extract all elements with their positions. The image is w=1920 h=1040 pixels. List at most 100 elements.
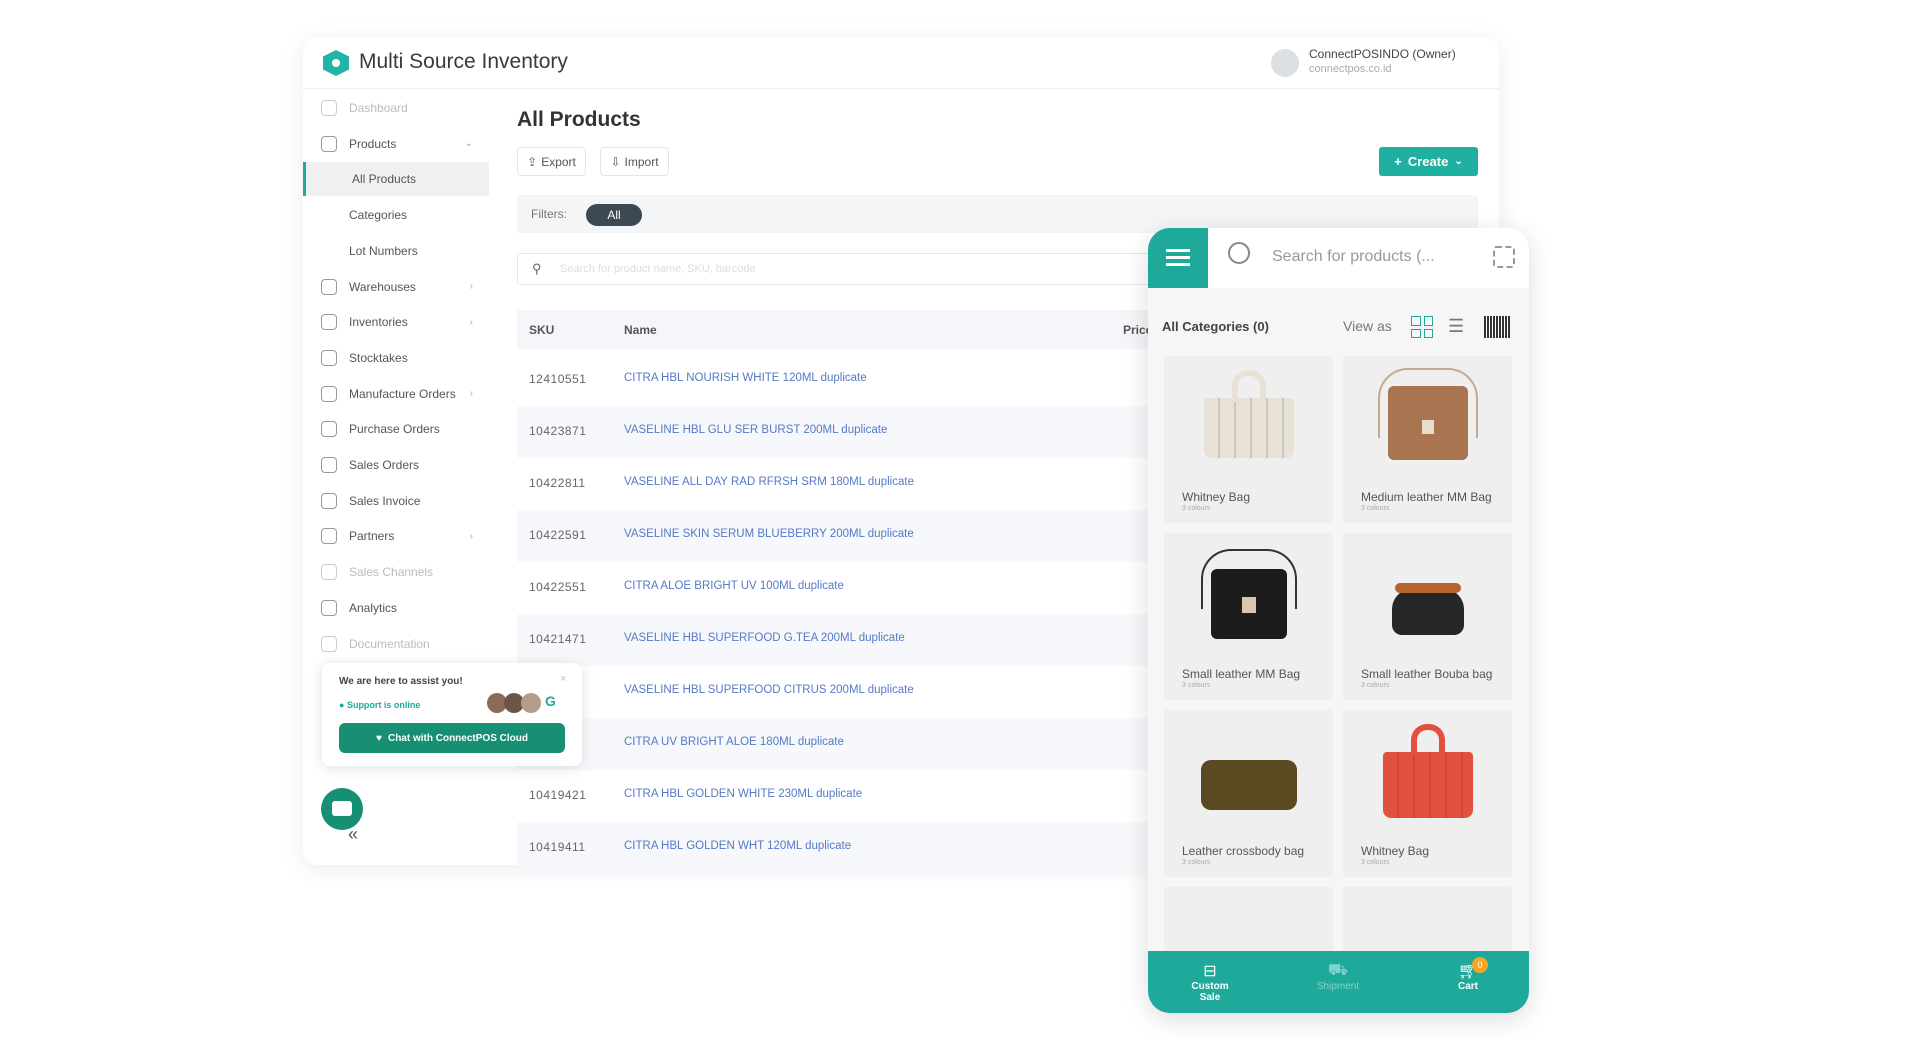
grid-view-icon[interactable] (1411, 316, 1433, 338)
chevron-icon: › (469, 388, 473, 400)
row-sku: 12410551 (529, 372, 587, 386)
sidebar-item-label: Sales Channels (349, 565, 434, 580)
product-card[interactable]: Small leather MM Bag 3 colours (1164, 533, 1333, 700)
avatar[interactable] (1271, 49, 1299, 77)
sidebar-item-dashboard[interactable]: Dashboard (303, 91, 489, 125)
row-sku: 10422811 (529, 476, 586, 490)
analytics-icon (321, 599, 337, 616)
dashboard-icon (321, 100, 337, 116)
column-name[interactable]: Name (624, 323, 657, 337)
row-name-link[interactable]: VASELINE HBL SUPERFOOD CITRUS 200ML dupl… (624, 684, 914, 696)
sidebar-item-sales-channels[interactable]: Sales Channels (303, 555, 489, 589)
nav-shipment[interactable]: ⛟ Shipment (1308, 961, 1368, 992)
product-colours: 3 colours (1361, 505, 1390, 512)
product-card[interactable]: Whitney Bag 3 colours (1164, 356, 1333, 523)
list-view-icon[interactable]: ☰ (1448, 316, 1464, 337)
chat-fab[interactable] (321, 788, 363, 830)
sidebar-item-lot-numbers[interactable]: Lot Numbers (303, 234, 489, 268)
product-card[interactable]: Medium leather MM Bag 3 colours (1343, 356, 1512, 523)
sidebar-item-label: Sales Orders (349, 458, 420, 472)
scan-icon[interactable] (1493, 246, 1515, 268)
avatar (521, 693, 541, 713)
cart-count-badge: 0 (1472, 957, 1488, 973)
chat-title: We are here to assist you! (339, 676, 463, 687)
sidebar-item-documentation[interactable]: Documentation (303, 627, 489, 661)
app-title: Multi Source Inventory (359, 50, 568, 73)
row-name-link[interactable]: CITRA UV BRIGHT ALOE 180ML duplicate (624, 736, 844, 748)
chat-button-label: Chat with ConnectPOS Cloud (387, 732, 528, 744)
support-status: ● Support is online (339, 700, 421, 710)
app-header: Multi Source Inventory ConnectPOSINDO (O… (303, 37, 1499, 89)
nav-cart[interactable]: 🛒︎ Cart 0 (1448, 957, 1488, 992)
refresh-icon: G (545, 693, 556, 709)
product-colours: 3 colours (1361, 682, 1390, 689)
sidebar-item-sales-invoice[interactable]: Sales Invoice (303, 484, 489, 518)
product-name: Medium leather MM Bag (1361, 490, 1492, 504)
sidebar-item-sales-orders[interactable]: Sales Orders (303, 448, 489, 482)
pos-mobile-panel: Search for products (... All Categories … (1148, 228, 1529, 1013)
mobile-search-input[interactable]: Search for products (... (1272, 248, 1435, 266)
sidebar-item-analytics[interactable]: Analytics (303, 591, 489, 625)
products-icon (321, 135, 337, 152)
documentation-icon (321, 635, 337, 652)
cart-label: Cart (1457, 981, 1478, 992)
product-colours: 3 colours (1182, 859, 1211, 866)
export-button[interactable]: ⇪ Export (517, 147, 586, 176)
export-label: Export (541, 154, 576, 169)
barcode-view-icon[interactable] (1484, 316, 1510, 338)
user-name[interactable]: ConnectPOSINDO (Owner) (1309, 47, 1456, 61)
product-card[interactable]: Whitney Bag 3 colours (1343, 710, 1512, 877)
product-card[interactable]: Leather crossbody bag 3 colours (1164, 710, 1333, 877)
sidebar-item-warehouses[interactable]: Warehouses › (303, 270, 489, 304)
sidebar-item-label: Stocktakes (349, 350, 408, 365)
sidebar-item-label: Manufacture Orders (349, 386, 456, 401)
import-icon: ⇩ (610, 154, 621, 169)
sidebar-item-label: Dashboard (349, 101, 408, 115)
import-button[interactable]: ⇩ Import (600, 147, 669, 176)
row-sku: 10422551 (529, 580, 587, 594)
sidebar-item-partners[interactable]: Partners › (303, 519, 489, 553)
row-name-link[interactable]: CITRA ALOE BRIGHT UV 100ML duplicate (624, 580, 844, 592)
chevron-icon: › (469, 530, 473, 542)
sidebar-item-all-products[interactable]: All Products (303, 162, 489, 197)
sidebar-item-label: All Products (352, 172, 417, 187)
sidebar-item-purchase-orders[interactable]: Purchase Orders (303, 412, 489, 446)
custom-sale-icon: ⊟ (1203, 963, 1217, 980)
row-name-link[interactable]: VASELINE ALL DAY RAD RFRSH SRM 180ML dup… (624, 476, 914, 488)
row-name-link[interactable]: VASELINE HBL GLU SER BURST 200ML duplica… (624, 424, 887, 436)
row-name-link[interactable]: CITRA HBL NOURISH WHITE 120ML duplicate (624, 372, 867, 384)
sales-invoice-icon (321, 492, 337, 509)
product-card[interactable]: Small leather Bouba bag 3 colours (1343, 533, 1512, 700)
row-name-link[interactable]: VASELINE HBL SUPERFOOD G.TEA 200ML dupli… (624, 632, 905, 644)
row-name-link[interactable]: CITRA HBL GOLDEN WHT 120ML duplicate (624, 840, 851, 852)
row-name-link[interactable]: CITRA HBL GOLDEN WHITE 230ML duplicate (624, 788, 862, 800)
sidebar-item-label: Lot Numbers (349, 243, 418, 258)
close-icon[interactable]: × (560, 673, 566, 685)
filter-all-chip[interactable]: All (586, 204, 642, 226)
sidebar-item-manufacture-orders[interactable]: Manufacture Orders › (303, 377, 489, 411)
sidebar-item-label: Products (349, 136, 397, 151)
create-button[interactable]: + Create ⌄ (1379, 147, 1478, 176)
sidebar-item-products[interactable]: Products ⌄ (303, 127, 489, 161)
sidebar-item-inventories[interactable]: Inventories › (303, 305, 489, 339)
menu-button[interactable] (1148, 228, 1208, 288)
import-label: Import (624, 154, 659, 169)
product-name: Leather crossbody bag (1182, 844, 1305, 858)
logo-icon (323, 50, 349, 76)
sidebar-item-stocktakes[interactable]: Stocktakes (303, 341, 489, 375)
all-categories[interactable]: All Categories (0) (1162, 319, 1269, 334)
row-sku: 10419421 (529, 788, 587, 802)
purchase-orders-icon (321, 421, 337, 438)
user-email: connectpos.co.id (1309, 63, 1392, 75)
column-sku[interactable]: SKU (529, 323, 554, 337)
plus-icon: + (1394, 154, 1402, 169)
row-name-link[interactable]: VASELINE SKIN SERUM BLUEBERRY 200ML dupl… (624, 528, 914, 540)
chat-button[interactable]: ♥ Chat with ConnectPOS Cloud (339, 723, 565, 753)
partners-icon (321, 528, 337, 545)
sales-orders-icon (321, 457, 337, 473)
warehouses-icon (321, 278, 337, 295)
nav-custom-sale[interactable]: ⊟ Custom Sale (1180, 961, 1240, 1003)
sidebar-item-categories[interactable]: Categories (303, 198, 489, 232)
page-title: All Products (517, 108, 641, 131)
product-name: Whitney Bag (1182, 490, 1251, 504)
